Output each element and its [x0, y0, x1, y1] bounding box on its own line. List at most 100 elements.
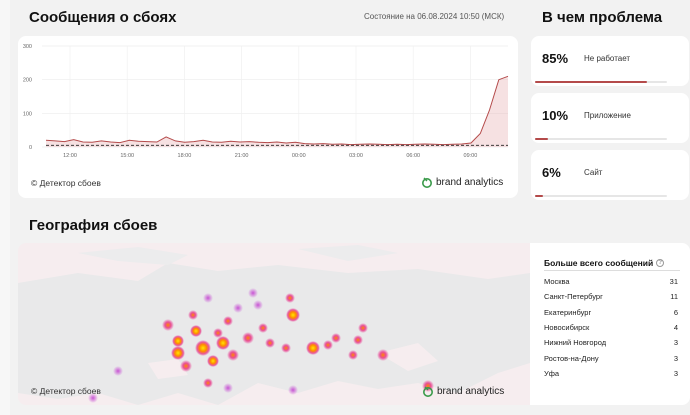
heat-spot	[323, 340, 333, 350]
city-name: Екатеринбург	[544, 307, 592, 317]
heat-spot	[171, 346, 185, 360]
top-cities-title-text: Больше всего сообщений	[544, 258, 654, 268]
city-name: Новосибирск	[544, 322, 590, 332]
heat-spot	[281, 343, 291, 353]
problem-percent: 6%	[542, 165, 561, 180]
problem-title: В чем проблема	[542, 9, 663, 26]
heat-spot	[188, 310, 198, 320]
city-name: Санкт-Петербург	[544, 292, 603, 302]
heat-spot	[203, 293, 213, 303]
problem-card-site[interactable]: 6% Сайт	[531, 150, 689, 200]
heat-spot	[233, 303, 243, 313]
heat-spot	[207, 355, 219, 367]
y-tick-label: 200	[23, 78, 32, 84]
city-name: Ростов-на-Дону	[544, 353, 599, 363]
series-area	[46, 76, 508, 147]
heat-spot	[286, 308, 300, 322]
city-row: Санкт-Петербург 11	[544, 292, 678, 303]
city-count: 3	[673, 368, 678, 378]
map-copyright: © Детектор сбоев	[31, 386, 101, 396]
city-row: Москва 31	[544, 277, 678, 288]
heat-spot	[195, 340, 211, 356]
map-brand-logo[interactable]: brand analytics	[422, 385, 504, 397]
problem-percent: 10%	[542, 108, 569, 123]
y-tick-label: 0	[29, 145, 32, 151]
problem-card-not-working[interactable]: 85% Не работает	[531, 36, 689, 86]
heat-spot	[285, 293, 295, 303]
x-tick-label: 03:00	[349, 153, 363, 159]
y-tick-label: 300	[23, 44, 32, 50]
heat-spot	[331, 333, 341, 343]
city-count: 6	[673, 307, 678, 317]
city-name: Москва	[544, 277, 570, 286]
x-tick-label: 06:00	[406, 153, 420, 159]
heat-spot	[190, 325, 202, 337]
city-row: Нижний Новгород 3	[544, 338, 678, 349]
heat-spot	[353, 335, 363, 345]
x-tick-label: 15:00	[120, 153, 134, 159]
city-row: Новосибирск 4	[544, 323, 678, 334]
top-cities-title: Больше всего сообщений ?	[544, 258, 665, 268]
status-timestamp: Состояние на 06.08.2024 10:50 (МСК)	[364, 12, 505, 21]
outage-chart-card: 0 100 200 300 12:00 15:00 18:00 21:00 00:00 03:00…	[18, 36, 518, 198]
city-count: 11	[670, 292, 678, 302]
problem-bar-fill	[535, 195, 543, 197]
heat-spot	[180, 360, 192, 372]
outage-map[interactable]: © Детектор сбоев brand analytics	[18, 243, 530, 405]
chart-brand-logo[interactable]: brand analytics	[421, 176, 503, 188]
city-name: Нижний Новгород	[544, 338, 607, 348]
brand-analytics-icon	[423, 386, 433, 397]
geography-title: География сбоев	[29, 217, 158, 234]
heat-spot	[377, 349, 389, 361]
info-icon[interactable]: ?	[656, 259, 665, 267]
heat-spot	[113, 366, 123, 376]
heat-spot	[223, 316, 233, 326]
heat-spot	[242, 332, 254, 344]
top-cities-panel: Больше всего сообщений ? Москва 31 Санкт-П…	[530, 243, 690, 405]
heat-spot	[213, 328, 223, 338]
problem-label: Сайт	[584, 168, 603, 177]
city-count: 4	[673, 322, 678, 332]
heat-spot	[203, 378, 213, 388]
heat-spot	[248, 288, 258, 298]
city-row: Екатеринбург 6	[544, 308, 678, 319]
heat-spot	[358, 323, 368, 333]
outage-reports-title: Сообщения о сбоях	[29, 9, 177, 26]
brand-analytics-icon	[422, 177, 432, 188]
heat-spot	[223, 383, 233, 393]
series-line	[45, 75, 509, 146]
x-tick-label: 09:00	[464, 153, 478, 159]
left-strip	[0, 0, 10, 415]
problem-label: Приложение	[584, 111, 631, 120]
heat-spot	[162, 319, 174, 331]
heat-spot	[348, 350, 358, 360]
y-tick-label: 100	[23, 111, 32, 117]
x-tick-label: 12:00	[63, 153, 77, 159]
city-row: Ростов-на-Дону 3	[544, 354, 678, 365]
problem-card-app[interactable]: 10% Приложение	[531, 93, 689, 143]
city-count: 3	[673, 338, 678, 348]
heat-spot	[172, 335, 184, 347]
city-count: 3	[673, 353, 678, 363]
x-tick-label: 18:00	[178, 153, 192, 159]
top-cities-divider	[544, 270, 680, 271]
x-tick-label: 21:00	[235, 153, 249, 159]
map-graphic	[18, 245, 530, 405]
x-tick-label: 00:00	[292, 153, 306, 159]
city-row: Уфа 3	[544, 369, 678, 380]
city-name: Уфа	[544, 368, 560, 378]
problem-percent: 85%	[542, 51, 569, 66]
heat-spot	[288, 385, 298, 395]
problem-bar-track	[535, 138, 667, 140]
map-brand-text: brand analytics	[437, 385, 505, 397]
outage-chart[interactable]: 0 100 200 300 12:00 15:00 18:00 21:00 00:00 03:00…	[18, 36, 518, 166]
city-count: 31	[669, 277, 678, 286]
heat-spot	[306, 341, 320, 355]
chart-brand-text: brand analytics	[436, 176, 504, 188]
heat-spot	[216, 336, 230, 350]
problem-bar-track	[535, 195, 667, 197]
heat-spot	[253, 300, 263, 310]
problem-bar-track	[535, 81, 667, 83]
problem-bar-fill	[535, 138, 549, 140]
heat-spot	[258, 323, 268, 333]
